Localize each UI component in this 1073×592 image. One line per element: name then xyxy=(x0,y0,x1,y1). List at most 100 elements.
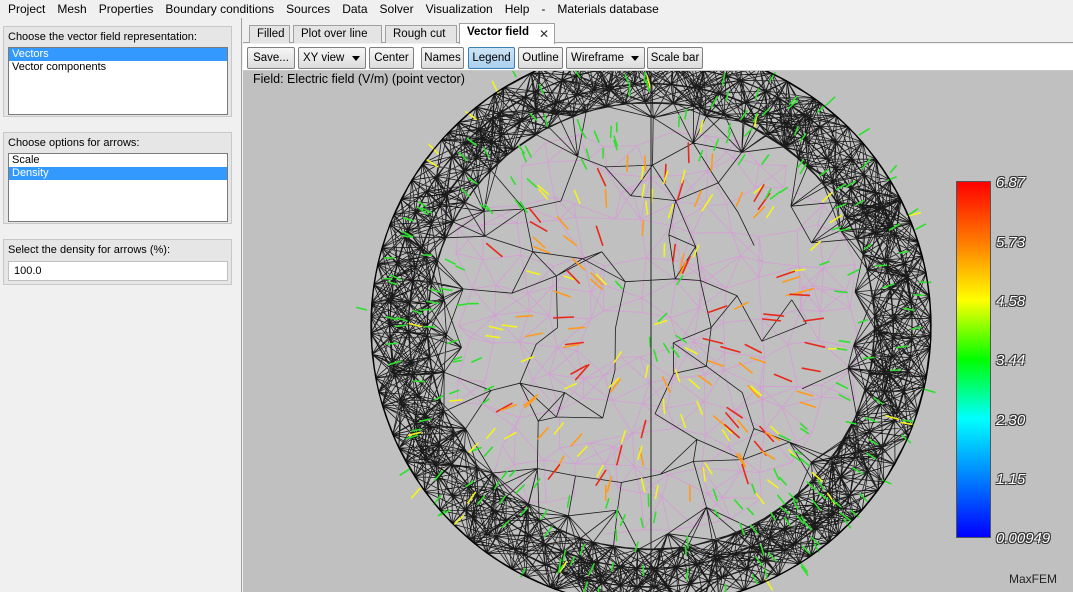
chevron-down-icon xyxy=(352,56,360,61)
main-area: Filled Plot over line Rough cut Vector f… xyxy=(243,18,1073,592)
field-arrow xyxy=(779,186,789,193)
field-arrow xyxy=(922,388,936,394)
menu-visualization[interactable]: Visualization xyxy=(420,0,499,18)
menu-project[interactable]: Project xyxy=(2,0,51,18)
field-arrow xyxy=(749,356,767,364)
arrows-option-density[interactable]: Density xyxy=(9,167,227,180)
legend-tick-min: 0.00949 xyxy=(996,530,1051,547)
menu-sources[interactable]: Sources xyxy=(280,0,336,18)
field-arrow xyxy=(570,433,583,447)
field-arrow xyxy=(595,469,607,487)
field-arrow xyxy=(528,207,542,223)
field-arrow xyxy=(503,431,517,440)
representation-group: Choose the vector field representation: … xyxy=(3,26,232,117)
close-icon[interactable]: ✕ xyxy=(539,27,549,41)
field-arrow xyxy=(746,507,755,516)
field-arrow xyxy=(702,466,706,483)
menu-help[interactable]: Help xyxy=(499,0,536,18)
arrows-option-scale[interactable]: Scale xyxy=(9,154,227,167)
field-arrow xyxy=(640,165,645,180)
density-group: Select the density for arrows (%): 100.0 xyxy=(3,239,232,285)
names-button[interactable]: Names xyxy=(421,47,464,69)
legend-tick: 4.58 xyxy=(996,293,1026,310)
field-arrow xyxy=(825,96,836,106)
field-arrow xyxy=(577,445,588,457)
chevron-down-icon xyxy=(631,56,639,61)
brand-label: MaxFEM xyxy=(1009,572,1057,586)
center-button[interactable]: Center xyxy=(369,47,414,69)
wireframe-select-value: Wireframe xyxy=(571,52,625,64)
tab-filled[interactable]: Filled xyxy=(249,25,290,43)
menu-mesh[interactable]: Mesh xyxy=(51,0,92,18)
field-arrow xyxy=(526,270,541,276)
field-arrow xyxy=(471,357,483,363)
field-arrow xyxy=(838,393,851,402)
field-arrow xyxy=(488,325,504,331)
scale-bar-button[interactable]: Scale bar xyxy=(647,47,703,69)
field-arrow xyxy=(736,419,749,433)
tab-plot-over-line[interactable]: Plot over line xyxy=(293,25,382,43)
field-arrow xyxy=(640,477,646,493)
representation-option-vector-components[interactable]: Vector components xyxy=(9,61,227,74)
field-arrow xyxy=(874,264,887,267)
field-arrow xyxy=(680,413,687,429)
field-arrow xyxy=(356,306,367,311)
arrows-group: Choose options for arrows: Scale Density xyxy=(3,132,232,224)
field-arrow xyxy=(614,280,624,290)
field-arrow xyxy=(644,200,649,215)
field-arrow xyxy=(485,242,503,258)
field-arrow xyxy=(720,345,741,353)
field-arrow xyxy=(733,499,744,510)
menu-properties[interactable]: Properties xyxy=(93,0,160,18)
arrows-list[interactable]: Scale Density xyxy=(8,153,228,222)
tab-vector-field[interactable]: Vector field ✕ xyxy=(459,23,555,44)
field-arrow xyxy=(412,380,426,383)
tab-rough-cut[interactable]: Rough cut xyxy=(385,25,457,43)
field-arrow xyxy=(712,415,727,427)
field-arrow xyxy=(567,326,586,330)
field-arrow xyxy=(606,475,612,493)
representation-option-vectors[interactable]: Vectors xyxy=(9,48,227,61)
outline-button[interactable]: Outline xyxy=(518,47,563,69)
toolbar: Save... XY view Center Names Legend Outl… xyxy=(243,44,1073,71)
legend-tick: 5.73 xyxy=(996,234,1026,251)
render-viewport[interactable]: Field: Electric field (V/m) (point vecto… xyxy=(243,71,1073,592)
menu-data[interactable]: Data xyxy=(336,0,373,18)
field-arrow xyxy=(766,479,779,489)
field-arrow xyxy=(524,145,532,158)
save-button[interactable]: Save... xyxy=(247,47,295,69)
field-arrow xyxy=(410,487,421,499)
field-arrow xyxy=(644,364,649,379)
field-arrow xyxy=(449,399,463,402)
density-input[interactable]: 100.0 xyxy=(8,261,228,281)
field-arrow xyxy=(486,427,496,439)
view-select-value: XY view xyxy=(303,52,345,64)
legend-button[interactable]: Legend xyxy=(468,47,515,69)
field-arrow xyxy=(452,359,463,363)
menu-solver[interactable]: Solver xyxy=(374,0,420,18)
wireframe-select[interactable]: Wireframe xyxy=(566,47,645,69)
field-arrow xyxy=(735,191,744,207)
field-arrow xyxy=(483,446,494,457)
field-arrow xyxy=(609,125,613,139)
field-arrow xyxy=(604,189,608,208)
tab-rough-cut-label: Rough cut xyxy=(393,28,446,40)
field-arrow xyxy=(759,425,775,443)
tab-vector-field-label: Vector field xyxy=(467,26,529,38)
field-arrow xyxy=(702,337,724,345)
field-arrow xyxy=(721,429,731,442)
field-arrow xyxy=(738,361,753,374)
view-select[interactable]: XY view xyxy=(298,47,366,69)
field-arrow xyxy=(533,478,541,489)
field-arrow xyxy=(862,356,875,360)
menu-boundary-conditions[interactable]: Boundary conditions xyxy=(159,0,280,18)
tab-plot-over-line-label: Plot over line xyxy=(301,28,368,40)
field-label: Field: Electric field (V/m) (point vecto… xyxy=(253,72,465,86)
menu-materials-database[interactable]: Materials database xyxy=(551,0,664,18)
field-arrow xyxy=(744,343,763,354)
field-arrow xyxy=(456,303,468,307)
field-arrow xyxy=(650,188,654,204)
field-arrow xyxy=(419,308,434,311)
field-arrow xyxy=(707,360,725,367)
representation-list[interactable]: Vectors Vector components xyxy=(8,47,228,115)
